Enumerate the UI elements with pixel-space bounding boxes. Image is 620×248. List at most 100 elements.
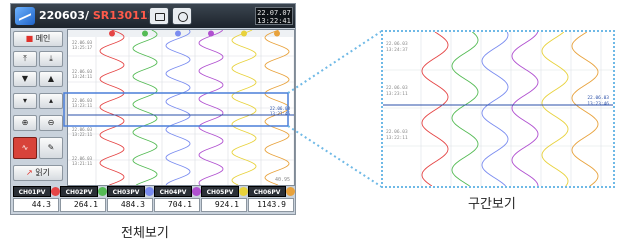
channel-name: CH02PV <box>60 186 98 197</box>
wave-mode-button[interactable]: ∿ <box>13 137 37 159</box>
last-page-button[interactable]: ⤓ <box>39 51 63 67</box>
capture-button[interactable] <box>149 7 169 25</box>
zoom-timestamp-date: 22.06.03 <box>386 41 408 47</box>
connector-top <box>287 30 383 94</box>
channel-indicator-icon <box>98 187 107 196</box>
arrow-down-icon: ▼ <box>21 74 29 83</box>
zoom-timestamp-time: 13:24:37 <box>386 47 408 53</box>
last-page-icon: ⤓ <box>49 54 53 63</box>
channel-name: CH06PV <box>248 186 286 197</box>
channel-marker-icon <box>142 30 148 37</box>
section-view-caption: 구간보기 <box>468 197 516 212</box>
clock-display: 22.07.07 13:22:41 <box>255 7 293 25</box>
channel-indicator-icon <box>51 187 60 196</box>
zoom-timestamp-time: 13:22:11 <box>386 135 408 141</box>
menu-button[interactable]: ■ 메인 <box>13 31 63 47</box>
zoom-timestamp-date: 22.06.03 <box>386 129 408 135</box>
zoom-in-button[interactable]: ⊕ <box>13 115 37 131</box>
page-down-button[interactable]: ▾ <box>13 93 37 109</box>
channel-indicator-icon <box>286 187 295 196</box>
minus-circle-icon: ⊖ <box>47 118 55 127</box>
zoom-chart-svg: 22.06.0313:24:3722.06.0313:23:1122.06.03… <box>383 32 613 186</box>
read-button-label: 읽기 <box>35 168 50 177</box>
zoom-cursor-date: 22.06.03 <box>587 95 609 101</box>
zoom-series-line <box>481 32 509 186</box>
trend-series-line <box>198 30 224 185</box>
cursor-time: 13:23:46 <box>270 111 291 116</box>
channel-value: 44.3 <box>13 198 59 212</box>
connector-bottom <box>287 125 383 188</box>
channel-value: 1143.9 <box>248 198 294 212</box>
zoom-cursor-time: 13:23:46 <box>587 101 609 107</box>
channel-indicator-icon <box>239 187 248 196</box>
channel-readout[interactable]: CH04PV 704.1 <box>154 186 201 214</box>
timestamp-time: 13:21:11 <box>72 161 93 166</box>
channel-name: CH04PV <box>154 186 192 197</box>
trend-series-line <box>231 30 257 185</box>
up-bar-icon: ▴ <box>48 96 53 105</box>
side-toolbar: ■ 메인 ⤒ ⤓ ▼ ▲ ▾ ▴ ⊕ ⊖ ∿ ✎ ↗ 읽기 <box>13 31 65 183</box>
channel-value: 264.1 <box>60 198 106 212</box>
clock-line2: 13:22:41 <box>257 17 291 25</box>
clock-line1: 22.07.07 <box>257 9 291 17</box>
date-text: 220603 <box>39 9 85 22</box>
marker-button[interactable]: ✎ <box>39 137 63 159</box>
channel-indicator-icon <box>145 187 154 196</box>
record-button[interactable] <box>172 7 192 25</box>
trend-chart[interactable]: 22.06.03 13:25:17 22.06.03 13:24:11 22.06.03… <box>67 29 295 186</box>
channel-value: 704.1 <box>154 198 200 212</box>
channel-readout[interactable]: CH06PV 1143.9 <box>248 186 295 214</box>
read-icon: ↗ <box>26 168 33 177</box>
page-up-button[interactable]: ▴ <box>39 93 63 109</box>
scroll-down-button[interactable]: ▼ <box>13 71 37 87</box>
arrow-up-icon: ▲ <box>47 74 55 83</box>
down-bar-icon: ▾ <box>22 96 27 105</box>
channel-readout[interactable]: CH05PV 924.1 <box>201 186 248 214</box>
zoom-timestamp-date: 22.06.03 <box>386 85 408 91</box>
channel-readout[interactable]: CH01PV 44.3 <box>13 186 60 214</box>
timestamp-time: 13:25:17 <box>72 45 93 50</box>
trend-chart-svg: 22.06.0313:25:1722.06.0313:24:1122.06.03… <box>68 30 294 185</box>
scroll-up-button[interactable]: ▲ <box>39 71 63 87</box>
trend-series-line <box>99 30 125 185</box>
wave-icon: ∿ <box>21 143 29 152</box>
menu-button-label: 메인 <box>35 34 51 43</box>
top-bar: 220603/ SR130111 22.07.07 13:22:41 <box>11 4 295 28</box>
section-zoom-panel: 22.06.03 13:24:37 22.06.03 13:23:11 22.06.03… <box>381 30 615 188</box>
timestamp-time: 13:24:11 <box>72 74 93 79</box>
zoom-series-line <box>571 32 599 186</box>
zoom-series-line <box>451 32 479 186</box>
channel-value: 484.3 <box>107 198 153 212</box>
menu-grid-icon: ■ <box>25 34 34 43</box>
channel-readout[interactable]: CH02PV 264.1 <box>60 186 107 214</box>
full-view-caption: 전체보기 <box>121 226 169 241</box>
channel-name: CH03PV <box>107 186 145 197</box>
device-screen: 220603/ SR130111 22.07.07 13:22:41 ■ 메인 … <box>10 3 296 215</box>
first-page-button[interactable]: ⤒ <box>13 51 37 67</box>
zoom-series-line <box>541 32 569 186</box>
first-page-icon: ⤒ <box>23 54 27 63</box>
trend-series-line <box>132 30 158 185</box>
channel-marker-icon <box>175 30 181 37</box>
scale-label: 40.95 <box>275 177 290 183</box>
date-time-display: 220603/ SR130111 <box>39 9 155 22</box>
channel-name: CH01PV <box>13 186 51 197</box>
time-text: SR130111 <box>92 9 156 22</box>
zoom-out-button[interactable]: ⊖ <box>39 115 63 131</box>
trend-series-line <box>165 30 191 185</box>
plus-circle-icon: ⊕ <box>21 118 29 127</box>
channel-indicator-icon <box>192 187 201 196</box>
channel-value: 924.1 <box>201 198 247 212</box>
zoom-series-line <box>511 32 539 186</box>
read-button[interactable]: ↗ 읽기 <box>13 165 63 181</box>
channel-marker-icon <box>109 30 115 37</box>
timestamp-time: 13:22:11 <box>72 132 93 137</box>
channel-name: CH05PV <box>201 186 239 197</box>
zoom-timestamp-time: 13:23:11 <box>386 91 408 97</box>
pencil-icon: ✎ <box>47 143 55 152</box>
channel-readout[interactable]: CH03PV 484.3 <box>107 186 154 214</box>
zoom-series-line <box>421 32 449 186</box>
timestamp-time: 13:23:11 <box>72 103 93 108</box>
date-separator: / <box>84 9 89 22</box>
app-logo-icon <box>15 7 35 25</box>
